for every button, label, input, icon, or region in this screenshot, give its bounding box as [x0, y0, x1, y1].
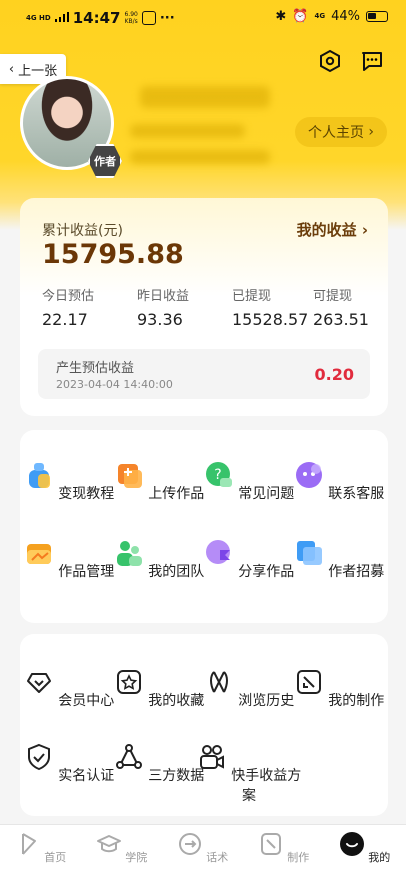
- video-camera-icon: [199, 745, 224, 769]
- settings-icon[interactable]: [318, 49, 342, 73]
- bottom-tab-bar: 首页 学院 话术 制作 我的: [0, 824, 406, 883]
- grid-item-history[interactable]: 浏览历史: [203, 667, 295, 710]
- info-blurred-1: [130, 124, 245, 138]
- grid-item-share[interactable]: 分享作品: [203, 538, 295, 581]
- homepage-label: 个人主页: [307, 125, 364, 141]
- grid-item-my-creation[interactable]: 我的制作: [293, 667, 385, 710]
- share-icon: [205, 540, 230, 564]
- verify-icon: [27, 743, 50, 771]
- battery-icon: [366, 11, 388, 22]
- pending-title: 产生预估收益: [56, 361, 135, 376]
- grid-item-team[interactable]: 我的团队: [113, 538, 205, 581]
- grid-item-faq[interactable]: ? 常见问题: [203, 460, 295, 503]
- alarm-icon: ⏰: [292, 9, 309, 24]
- stat-yesterday: 昨日收益 93.36: [137, 289, 190, 329]
- grid-item-tutorial[interactable]: 变现教程: [23, 460, 115, 503]
- grid-item-support[interactable]: 联系客服: [293, 460, 385, 503]
- home-icon: [21, 833, 36, 855]
- info-blurred-2: [130, 150, 270, 164]
- vip-icon: [26, 673, 51, 693]
- grid-item-upload[interactable]: 上传作品: [113, 460, 205, 503]
- grid-item-recruit[interactable]: 作者招募: [293, 538, 385, 581]
- personal-homepage-button[interactable]: 个人主页 ›: [295, 117, 387, 147]
- chevron-right-icon: ›: [368, 124, 375, 140]
- grid-item-third-party-data[interactable]: 三方数据: [113, 742, 205, 785]
- total-earnings-value: 15795.88: [42, 239, 184, 270]
- signal-icon: [54, 11, 69, 26]
- status-bar: 4G HD 14:47 6.90 KB/s ··· ✱ ⏰ 4G 44%: [0, 0, 406, 34]
- chevron-left-icon: ‹: [8, 61, 15, 77]
- pending-value: 0.20: [314, 365, 354, 384]
- tab-academy[interactable]: 学院: [81, 831, 162, 865]
- tab-home[interactable]: 首页: [0, 831, 81, 865]
- question-icon: ?: [205, 462, 232, 487]
- tab-me[interactable]: 我的: [324, 831, 405, 865]
- earnings-card: 累计收益(元) 我的收益 › 15795.88 今日预估 22.17 昨日收益 93…: [20, 198, 388, 416]
- team-icon: [116, 541, 142, 566]
- network-label: 4G HD: [26, 13, 51, 22]
- me-icon: [339, 832, 364, 856]
- notification-icon: [141, 11, 156, 25]
- signal-4g-icon: 4G: [314, 12, 326, 20]
- username-blurred: [140, 86, 270, 108]
- more-dots-icon: ···: [159, 10, 175, 26]
- services-grid: 会员中心 我的收藏 浏览历史 我的制作 实名认证 三方数据 快手收益方案: [20, 634, 388, 816]
- data-icon: [115, 744, 142, 769]
- money-bag-icon: [28, 463, 50, 488]
- folder-icon: [26, 544, 51, 564]
- academy-icon: [96, 835, 121, 853]
- grid-item-kuaishou-plan[interactable]: 快手收益方案: [194, 742, 304, 805]
- tools-grid: 变现教程 上传作品 ? 常见问题 联系客服 作品管理 我的团队 分享作品 作者招…: [20, 430, 388, 623]
- stat-withdrawable[interactable]: 可提现 263.51: [313, 285, 369, 329]
- message-icon[interactable]: [360, 49, 384, 73]
- tab-make[interactable]: 制作: [243, 831, 324, 865]
- chevron-right-icon: ›: [361, 221, 368, 239]
- make-icon: [260, 833, 281, 855]
- tab-script[interactable]: 话术: [162, 831, 243, 865]
- my-earnings-link[interactable]: 我的收益 ›: [297, 219, 368, 240]
- bluetooth-icon: ✱: [275, 9, 287, 24]
- chat-bubble-icon: [295, 462, 322, 488]
- creation-icon: [296, 670, 321, 694]
- history-icon: [209, 671, 228, 693]
- grid-item-favorites[interactable]: 我的收藏: [113, 667, 205, 710]
- stat-today: 今日预估 22.17: [42, 289, 95, 329]
- pending-datetime: 2023-04-04 14:40:00: [56, 378, 173, 391]
- recruit-icon: [296, 541, 322, 565]
- pending-earnings-row[interactable]: 产生预估收益 2023-04-04 14:40:00 0.20: [38, 349, 370, 399]
- back-label: 上一张: [18, 63, 58, 79]
- favorite-icon: [116, 670, 141, 694]
- stat-withdrawn: 已提现 15528.57: [232, 289, 309, 329]
- clock-text: 14:47: [72, 9, 121, 27]
- grid-item-manage[interactable]: 作品管理: [23, 538, 115, 581]
- battery-text: 44%: [331, 9, 360, 24]
- script-icon: [178, 833, 201, 855]
- grid-item-vip[interactable]: 会员中心: [23, 667, 115, 710]
- network-speed: 6.90 KB/s: [124, 11, 138, 25]
- upload-icon: [117, 464, 142, 488]
- grid-item-verify[interactable]: 实名认证: [23, 742, 115, 785]
- total-earnings-label: 累计收益(元): [42, 223, 123, 239]
